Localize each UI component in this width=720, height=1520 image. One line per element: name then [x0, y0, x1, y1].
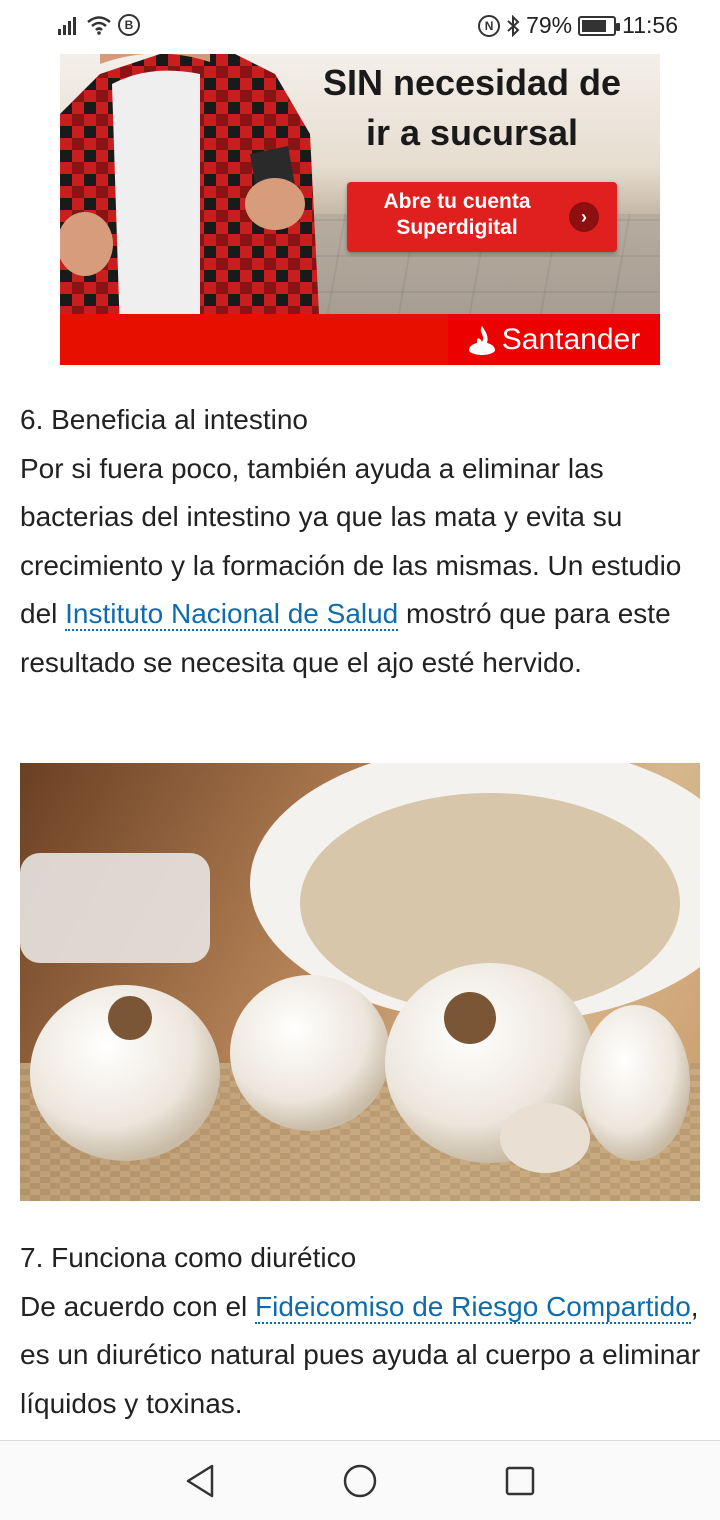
section-6-body: Por si fuera poco, también ayuda a elimi…: [20, 445, 704, 688]
brand-name: Santander: [501, 322, 641, 356]
battery-percent: 79%: [526, 12, 573, 38]
brand-bar: Santander: [60, 314, 660, 365]
chevron-right-icon: ›: [569, 202, 599, 232]
cta-line2: Superdigital: [396, 216, 518, 239]
signal-icon: [58, 17, 76, 35]
home-button[interactable]: [340, 1461, 380, 1501]
nfc-icon: N: [478, 14, 501, 37]
ad-headline-line1: SIN necesidad de: [322, 62, 622, 103]
cta-line1: Abre tu cuenta: [383, 190, 531, 213]
recents-button[interactable]: [500, 1461, 540, 1501]
recents-icon: [505, 1466, 535, 1496]
section-7-body: De acuerdo con el Fideicomiso de Riesgo …: [20, 1283, 704, 1429]
ad-headline: SIN necesidad de ir a sucursal: [292, 58, 652, 158]
b-badge-icon: B: [118, 14, 140, 36]
man-with-phone-illustration: [60, 54, 320, 334]
status-right: N 79% 11:56: [478, 12, 678, 39]
garlic-photo: [20, 763, 700, 1201]
open-account-button[interactable]: Abre tu cuenta Superdigital ›: [347, 182, 617, 252]
santander-logo: Santander: [448, 314, 660, 365]
section-6: 6. Beneficia al intestino Por si fuera p…: [20, 396, 704, 687]
home-icon: [343, 1464, 377, 1498]
santander-ad-banner[interactable]: SIN necesidad de ir a sucursal Abre tu c…: [60, 54, 660, 365]
bluetooth-icon: [507, 14, 520, 37]
ad-headline-line2: ir a sucursal: [365, 112, 579, 153]
battery-icon: [578, 15, 621, 36]
status-left: B: [58, 14, 140, 36]
section-6-heading: 6. Beneficia al intestino: [20, 404, 308, 435]
fideicomiso-link[interactable]: Fideicomiso de Riesgo Compartido: [255, 1290, 691, 1324]
system-nav-bar: [0, 1440, 720, 1520]
instituto-nacional-link[interactable]: Instituto Nacional de Salud: [65, 598, 399, 631]
section-7-text-a: De acuerdo con el: [20, 1290, 256, 1322]
battery-level: [582, 19, 606, 32]
back-button[interactable]: [180, 1461, 220, 1501]
back-icon: [186, 1464, 214, 1498]
section-7-heading: 7. Funciona como diurético: [20, 1242, 357, 1273]
wifi-icon: [87, 16, 111, 35]
clock: 11:56: [622, 12, 678, 38]
flame-icon: [468, 325, 495, 355]
status-bar: B N 79% 11:56: [0, 0, 720, 56]
section-7: 7. Funciona como diurético De acuerdo co…: [20, 1234, 704, 1428]
garlic-photo-illustration: [20, 763, 700, 1201]
